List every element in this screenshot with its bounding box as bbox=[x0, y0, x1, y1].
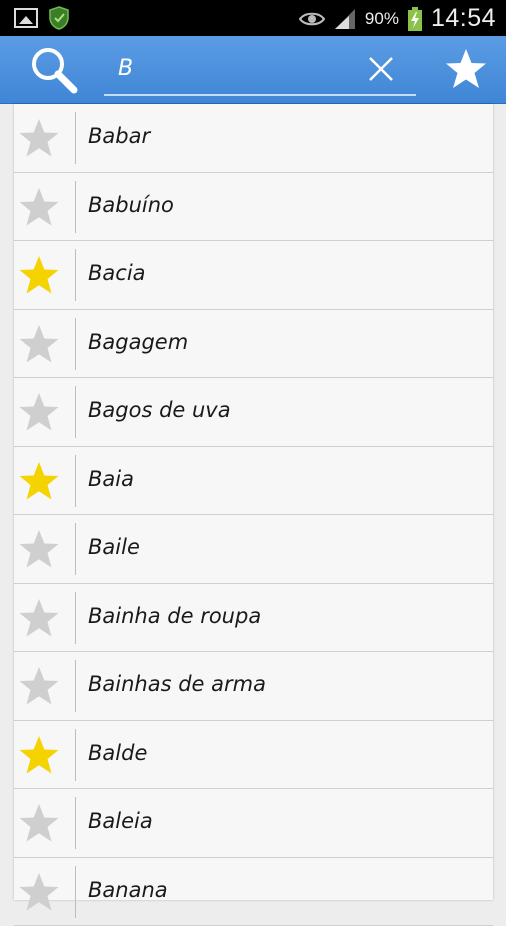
list-item[interactable]: Bacia bbox=[14, 241, 493, 310]
favorites-star-icon[interactable] bbox=[444, 48, 488, 90]
battery-percent: 90% bbox=[365, 9, 399, 29]
star-empty-icon[interactable] bbox=[18, 324, 60, 364]
word-list: Babar Babuíno Bacia Bagagem Bagos de uva Baia… bbox=[14, 104, 493, 900]
word-label: Baile bbox=[88, 535, 140, 559]
row-divider bbox=[75, 386, 76, 438]
list-item[interactable]: Bainha de roupa bbox=[14, 584, 493, 653]
word-label: Bacia bbox=[88, 261, 146, 285]
list-item[interactable]: Balde bbox=[14, 721, 493, 790]
status-bar: 90% 14:54 bbox=[0, 0, 506, 36]
star-empty-icon[interactable] bbox=[18, 598, 60, 638]
star-empty-icon[interactable] bbox=[18, 666, 60, 706]
search-input[interactable]: B bbox=[104, 46, 416, 96]
clock: 14:54 bbox=[431, 4, 496, 33]
star-empty-icon[interactable] bbox=[18, 872, 60, 912]
search-icon[interactable] bbox=[26, 42, 82, 98]
row-divider bbox=[75, 249, 76, 301]
star-empty-icon[interactable] bbox=[18, 392, 60, 432]
list-item[interactable]: Babar bbox=[14, 104, 493, 173]
list-item[interactable]: Bainhas de arma bbox=[14, 652, 493, 721]
image-icon bbox=[14, 8, 38, 28]
action-bar: B bbox=[0, 36, 506, 104]
row-divider bbox=[75, 112, 76, 164]
row-divider bbox=[75, 592, 76, 644]
list-item[interactable]: Bagagem bbox=[14, 310, 493, 379]
row-divider bbox=[75, 318, 76, 370]
word-label: Bagos de uva bbox=[88, 398, 231, 422]
row-divider bbox=[75, 523, 76, 575]
list-item[interactable]: Baile bbox=[14, 515, 493, 584]
list-item[interactable]: Bagos de uva bbox=[14, 378, 493, 447]
signal-icon bbox=[333, 8, 357, 30]
word-label: Babar bbox=[88, 124, 150, 148]
shield-icon bbox=[48, 6, 70, 30]
word-label: Bainha de roupa bbox=[88, 604, 261, 628]
word-label: Bainhas de arma bbox=[88, 672, 266, 696]
clear-icon[interactable] bbox=[368, 56, 394, 82]
word-label: Banana bbox=[88, 878, 168, 902]
star-filled-icon[interactable] bbox=[18, 461, 60, 501]
star-empty-icon[interactable] bbox=[18, 118, 60, 158]
row-divider bbox=[75, 660, 76, 712]
star-filled-icon[interactable] bbox=[18, 255, 60, 295]
list-item[interactable]: Banana bbox=[14, 858, 493, 926]
star-empty-icon[interactable] bbox=[18, 529, 60, 569]
search-value: B bbox=[118, 56, 133, 81]
row-divider bbox=[75, 729, 76, 781]
list-item[interactable]: Baleia bbox=[14, 789, 493, 858]
word-label: Baia bbox=[88, 467, 134, 491]
word-label: Balde bbox=[88, 741, 147, 765]
star-empty-icon[interactable] bbox=[18, 187, 60, 227]
battery-charging-icon bbox=[407, 7, 423, 31]
word-label: Bagagem bbox=[88, 330, 188, 354]
eye-icon bbox=[299, 11, 325, 27]
star-filled-icon[interactable] bbox=[18, 735, 60, 775]
row-divider bbox=[75, 181, 76, 233]
word-label: Baleia bbox=[88, 809, 153, 833]
row-divider bbox=[75, 455, 76, 507]
list-item[interactable]: Babuíno bbox=[14, 173, 493, 242]
star-empty-icon[interactable] bbox=[18, 803, 60, 843]
row-divider bbox=[75, 797, 76, 849]
word-label: Babuíno bbox=[88, 193, 174, 217]
list-item[interactable]: Baia bbox=[14, 447, 493, 516]
row-divider bbox=[75, 866, 76, 918]
